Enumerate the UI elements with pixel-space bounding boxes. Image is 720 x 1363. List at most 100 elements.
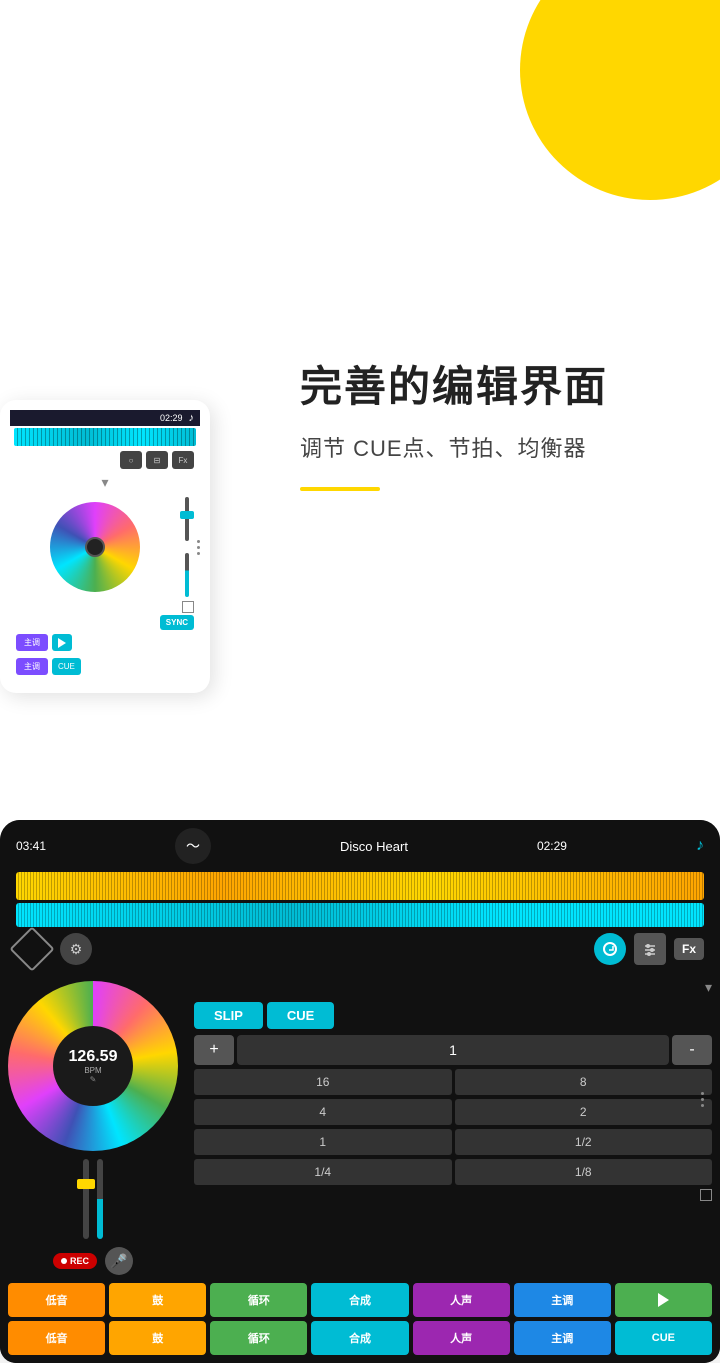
- dj-time-bar: 02:29 ♪: [10, 410, 200, 426]
- beat-row-2: 4 2: [194, 1099, 712, 1125]
- dj-sync-row: SYNC: [10, 613, 200, 632]
- beat-4[interactable]: 4: [194, 1099, 452, 1125]
- bottom-buttons-area: 低音 鼓 循环 合成 人声 主调: [0, 1279, 720, 1363]
- pad-cue-2[interactable]: CUE: [615, 1321, 712, 1355]
- dj-fader-vertical[interactable]: [185, 497, 189, 541]
- pad-bass-1[interactable]: 低音: [8, 1283, 105, 1317]
- note-icon: ♪: [696, 837, 704, 855]
- bottom-time-left: 03:41: [16, 839, 46, 853]
- beat-2[interactable]: 2: [455, 1099, 713, 1125]
- pad-vocal-1[interactable]: 人声: [413, 1283, 510, 1317]
- text-content: 完善的编辑界面 调节 CUE点、节拍、均衡器: [300, 360, 680, 491]
- pad-play-1[interactable]: [615, 1283, 712, 1317]
- handle-dot-1: [197, 540, 200, 543]
- dj-waveform-top: [14, 428, 196, 446]
- indicator-2: [701, 1098, 704, 1101]
- cue-button-left[interactable]: CUE: [52, 658, 81, 675]
- bpm-value: 126.59: [69, 1048, 118, 1066]
- dj-right-panel: ▾ SLIP CUE + 1 - 16 8: [186, 977, 712, 1279]
- fx-button-right[interactable]: Fx: [674, 938, 704, 960]
- dj-time-display: 02:29: [160, 413, 183, 423]
- play-triangle-icon: [58, 638, 66, 648]
- slip-button[interactable]: SLIP: [194, 1002, 263, 1029]
- pad-mainkey-1[interactable]: 主调: [514, 1283, 611, 1317]
- beat-row-4: 1/4 1/8: [194, 1159, 712, 1185]
- beat-minus-btn[interactable]: -: [672, 1035, 712, 1065]
- right-icons: Fx: [594, 933, 704, 965]
- beat-1b[interactable]: 1: [194, 1129, 452, 1155]
- turntable-big-center: 126.59 BPM ✎: [53, 1026, 133, 1106]
- play-button-left[interactable]: [52, 634, 72, 651]
- dj-fader-blue[interactable]: [185, 553, 189, 597]
- pad-synth-1[interactable]: 合成: [311, 1283, 408, 1317]
- dj-cue-row: 主调 CUE: [10, 656, 200, 677]
- waveform-cyan: [16, 903, 704, 927]
- handle-dot-2: [197, 546, 200, 549]
- beat-grid: + 1 -: [194, 1035, 712, 1065]
- fader-handle-yellow: [77, 1179, 95, 1189]
- dj-play-row: 主调: [10, 632, 200, 653]
- dj-turntable-big: 126.59 BPM ✎: [8, 981, 178, 1151]
- pad-drum-1[interactable]: 鼓: [109, 1283, 206, 1317]
- waveform-yellow: [16, 872, 704, 900]
- rec-label: REC: [70, 1256, 89, 1266]
- pad-loop-2[interactable]: 循环: [210, 1321, 307, 1355]
- resize-square-icon[interactable]: [182, 601, 194, 613]
- play-icon-1: [658, 1293, 669, 1307]
- right-dropdown-arrow[interactable]: ▾: [194, 977, 712, 998]
- pad-synth-2[interactable]: 合成: [311, 1321, 408, 1355]
- track-name: Disco Heart: [340, 839, 408, 854]
- dj-icons-row: ○ ⊟ Fx: [10, 448, 200, 472]
- fader-handle: [180, 511, 194, 519]
- fader-track-blue[interactable]: [97, 1159, 103, 1239]
- dj-full-interface: 03:41 〜 Disco Heart 02:29 ♪: [0, 820, 720, 1363]
- gear-button[interactable]: ⚙: [60, 933, 92, 965]
- heartbeat-icon[interactable]: 〜: [175, 828, 211, 864]
- beat-quarter[interactable]: 1/4: [194, 1159, 452, 1185]
- bpm-label: BPM: [84, 1066, 101, 1075]
- beat-half[interactable]: 1/2: [455, 1129, 713, 1155]
- indicator-3: [701, 1104, 704, 1107]
- sync-icon: [602, 941, 618, 957]
- handle-dot-3: [197, 552, 200, 555]
- pad-bass-2[interactable]: 低音: [8, 1321, 105, 1355]
- beat-8[interactable]: 8: [455, 1069, 713, 1095]
- resize-icon-bottom[interactable]: [700, 1189, 712, 1201]
- sync-button[interactable]: SYNC: [160, 615, 194, 630]
- eq-sliders-icon[interactable]: [634, 933, 666, 965]
- rec-mic-row: REC 🎤: [53, 1243, 133, 1279]
- cue-button-right[interactable]: CUE: [267, 1002, 334, 1029]
- circle-btn-right[interactable]: [594, 933, 626, 965]
- rec-button[interactable]: REC: [53, 1253, 97, 1269]
- turntable-center: [85, 537, 105, 557]
- mic-button[interactable]: 🎤: [105, 1247, 133, 1275]
- beat-eighth[interactable]: 1/8: [455, 1159, 713, 1185]
- pad-loop-1[interactable]: 循环: [210, 1283, 307, 1317]
- fader-track-yellow[interactable]: [83, 1159, 89, 1239]
- bottom-time-right: 02:29: [537, 839, 567, 853]
- pad-mainkey-2[interactable]: 主调: [514, 1321, 611, 1355]
- accent-line: [300, 487, 380, 491]
- indicator-1: [701, 1092, 704, 1095]
- main-key-button-1[interactable]: 主调: [16, 634, 48, 651]
- beat-row-1: 16 8: [194, 1069, 712, 1095]
- dj-main-area: 126.59 BPM ✎: [0, 971, 720, 1279]
- bottom-dj-section: 03:41 〜 Disco Heart 02:29 ♪: [0, 820, 720, 1363]
- edit-icon[interactable]: ✎: [90, 1075, 97, 1084]
- turntable-section: 126.59 BPM ✎: [8, 977, 178, 1279]
- dj-fx-icon[interactable]: Fx: [172, 451, 194, 469]
- main-key-button-2[interactable]: 主调: [16, 658, 48, 675]
- pad-vocal-2[interactable]: 人声: [413, 1321, 510, 1355]
- beat-16[interactable]: 16: [194, 1069, 452, 1095]
- pad-drum-2[interactable]: 鼓: [109, 1321, 206, 1355]
- dj-sliders-icon[interactable]: ⊟: [146, 451, 168, 469]
- rec-dot: [61, 1258, 67, 1264]
- beat-plus-btn[interactable]: +: [194, 1035, 234, 1065]
- diamond-button[interactable]: [9, 926, 54, 971]
- dj-circle-icon[interactable]: ○: [120, 451, 142, 469]
- beat-row-3: 1 1/2: [194, 1129, 712, 1155]
- device-left-mockup: 02:29 ♪ ○ ⊟ Fx ▾: [0, 400, 210, 693]
- beat-value[interactable]: 1: [237, 1035, 669, 1065]
- dropdown-arrow[interactable]: ▾: [10, 472, 200, 493]
- dj-controls-row: ⚙: [0, 927, 720, 971]
